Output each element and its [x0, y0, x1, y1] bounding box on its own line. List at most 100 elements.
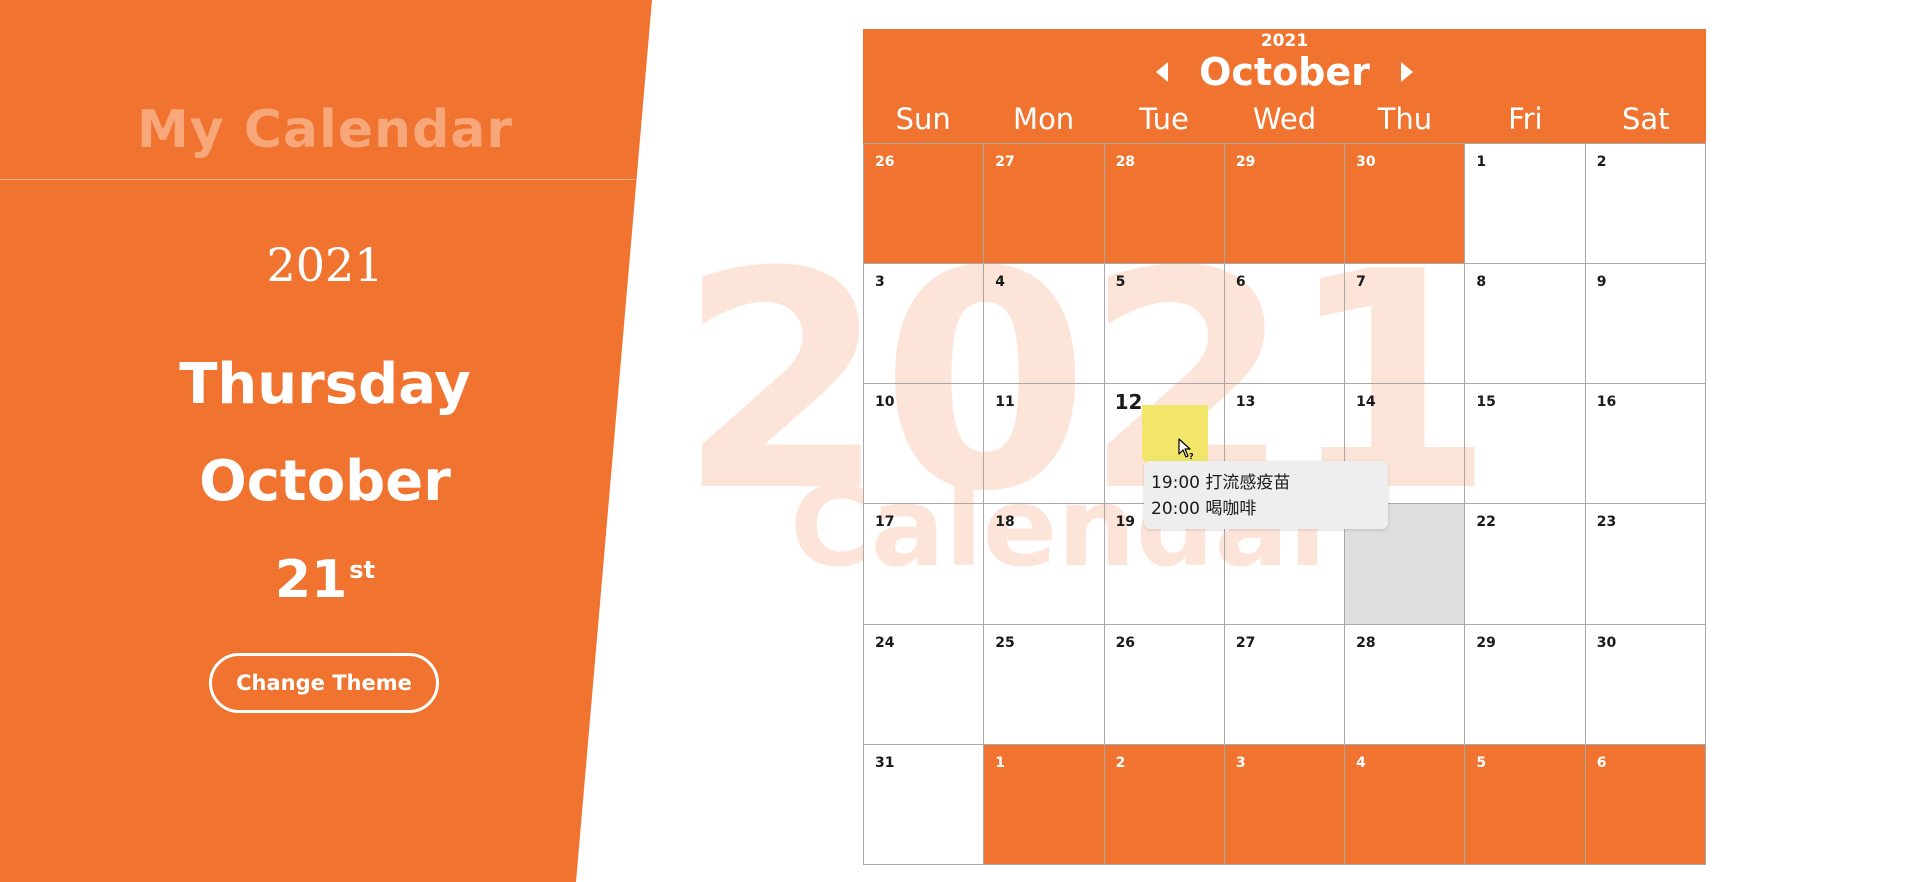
- month-navigation: October: [863, 47, 1706, 97]
- day-number: 5: [1476, 754, 1487, 771]
- day-cell-other-month[interactable]: 30: [1345, 143, 1466, 264]
- day-cell-other-month[interactable]: 28: [1104, 143, 1225, 264]
- day-number: 16: [1596, 394, 1617, 411]
- weekday-label: Fri: [1508, 102, 1543, 136]
- day-number: 1: [1476, 154, 1487, 170]
- day-number: 26: [1115, 634, 1136, 651]
- day-number: 29: [1235, 154, 1256, 170]
- weekday-label: Wed: [1252, 102, 1317, 136]
- day-cell[interactable]: 18: [984, 503, 1105, 624]
- current-day: 21st: [0, 550, 650, 610]
- day-number: 23: [1596, 514, 1617, 531]
- day-cell[interactable]: 11: [984, 383, 1105, 504]
- day-number: 6: [1235, 274, 1246, 291]
- day-cell[interactable]: 25: [984, 623, 1105, 744]
- weekday-label: Sat: [1622, 102, 1670, 136]
- day-number: 3: [875, 274, 885, 291]
- sticky-note-icon[interactable]: [1142, 405, 1208, 465]
- day-cell[interactable]: 1: [1465, 143, 1586, 264]
- day-cell[interactable]: 31: [864, 743, 985, 864]
- day-cell[interactable]: 10: [864, 383, 985, 504]
- weekday-label: Sun: [895, 102, 951, 136]
- day-number: 9: [1596, 274, 1607, 291]
- day-cell-other-month[interactable]: 26: [864, 143, 985, 264]
- day-number: 3: [1235, 754, 1246, 771]
- day-number: 25: [995, 634, 1015, 651]
- day-cell-other-month[interactable]: 3: [1224, 743, 1346, 864]
- day-number: 27: [1235, 634, 1256, 651]
- day-cell[interactable]: 17: [864, 503, 985, 624]
- day-cell[interactable]: 8: [1465, 263, 1586, 384]
- weekday-header-row: Sun Mon Tue Wed Thu Fri Sat: [863, 97, 1706, 141]
- day-cell[interactable]: 27: [1224, 623, 1346, 744]
- day-number: 28: [1115, 154, 1136, 170]
- day-cell-other-month[interactable]: 1: [984, 743, 1105, 864]
- day-number: 10: [875, 394, 895, 411]
- day-cell[interactable]: 2: [1585, 143, 1706, 264]
- day-number: 5: [1115, 274, 1126, 291]
- day-cell-other-month[interactable]: 27: [984, 143, 1105, 264]
- day-number: 7: [1356, 274, 1366, 291]
- day-number: 14: [1356, 394, 1376, 411]
- day-cell[interactable]: 16: [1585, 383, 1706, 504]
- calendar-app: My Calendar 2021 Thursday October 21st C…: [0, 0, 1913, 882]
- day-cell[interactable]: 3: [864, 263, 985, 384]
- day-cell[interactable]: 23: [1585, 503, 1706, 624]
- day-cell[interactable]: 6: [1224, 263, 1346, 384]
- day-number: 1: [995, 754, 1006, 771]
- day-cell[interactable]: 28: [1345, 623, 1466, 744]
- day-number: 12: [1114, 390, 1143, 415]
- day-cell[interactable]: 5: [1104, 263, 1225, 384]
- event-line: 20:00 喝咖啡: [1151, 499, 1257, 519]
- day-number: 24: [875, 634, 895, 651]
- day-cell-other-month[interactable]: 29: [1224, 143, 1346, 264]
- day-number: 13: [1235, 394, 1256, 411]
- day-number: 27: [995, 154, 1015, 170]
- day-number: 11: [995, 394, 1015, 411]
- current-year: 2021: [266, 238, 384, 292]
- day-cell[interactable]: 26: [1104, 623, 1225, 744]
- svg-text:?: ?: [1189, 452, 1194, 460]
- current-day-number: 21: [274, 550, 348, 610]
- day-number: 30: [1596, 634, 1617, 651]
- day-cell[interactable]: 24: [864, 623, 985, 744]
- day-cell[interactable]: 9: [1585, 263, 1706, 384]
- day-cell[interactable]: 30: [1585, 623, 1706, 744]
- calendar: 2021 October Sun Mon Tue Wed Thu Fri Sat 26 27 2…: [863, 29, 1706, 865]
- change-theme-button[interactable]: Change Theme: [209, 653, 439, 713]
- help-cursor-icon: ?: [1178, 438, 1194, 460]
- day-number: 17: [875, 514, 895, 531]
- day-number: 4: [1356, 754, 1366, 771]
- day-number: 22: [1476, 514, 1496, 531]
- day-cell[interactable]: 29: [1465, 623, 1586, 744]
- calendar-month: October: [1199, 50, 1370, 94]
- weekday-label: Tue: [1139, 102, 1189, 136]
- day-cell[interactable]: 7: [1345, 263, 1466, 384]
- weekday-label: Mon: [1013, 102, 1075, 136]
- events-tooltip: 19:00 打流感疫苗 20:00 喝咖啡: [1144, 461, 1388, 529]
- day-cell[interactable]: 22: [1465, 503, 1586, 624]
- caret-right-icon: [1400, 62, 1413, 82]
- prev-month-button[interactable]: [1151, 57, 1173, 87]
- day-number: 2: [1115, 754, 1126, 771]
- day-cell[interactable]: 4: [984, 263, 1105, 384]
- event-line: 19:00 打流感疫苗: [1151, 473, 1291, 493]
- day-cell-other-month[interactable]: 6: [1585, 743, 1706, 864]
- day-number: 28: [1356, 634, 1376, 651]
- title-divider: [0, 179, 635, 180]
- day-number: 29: [1476, 634, 1496, 651]
- next-month-button[interactable]: [1396, 57, 1418, 87]
- day-number: 18: [995, 514, 1015, 531]
- day-cell-other-month[interactable]: 4: [1345, 743, 1466, 864]
- current-day-suffix: st: [349, 556, 376, 584]
- caret-left-icon: [1156, 62, 1169, 82]
- weekday-label: Thu: [1377, 102, 1433, 136]
- day-number: 4: [995, 274, 1006, 291]
- day-cell[interactable]: 15: [1465, 383, 1586, 504]
- app-title: My Calendar: [136, 100, 514, 160]
- day-number: 26: [875, 154, 895, 170]
- day-cell-other-month[interactable]: 5: [1465, 743, 1586, 864]
- day-cell-other-month[interactable]: 2: [1104, 743, 1225, 864]
- day-number: 30: [1356, 154, 1376, 170]
- day-number: 6: [1596, 754, 1607, 771]
